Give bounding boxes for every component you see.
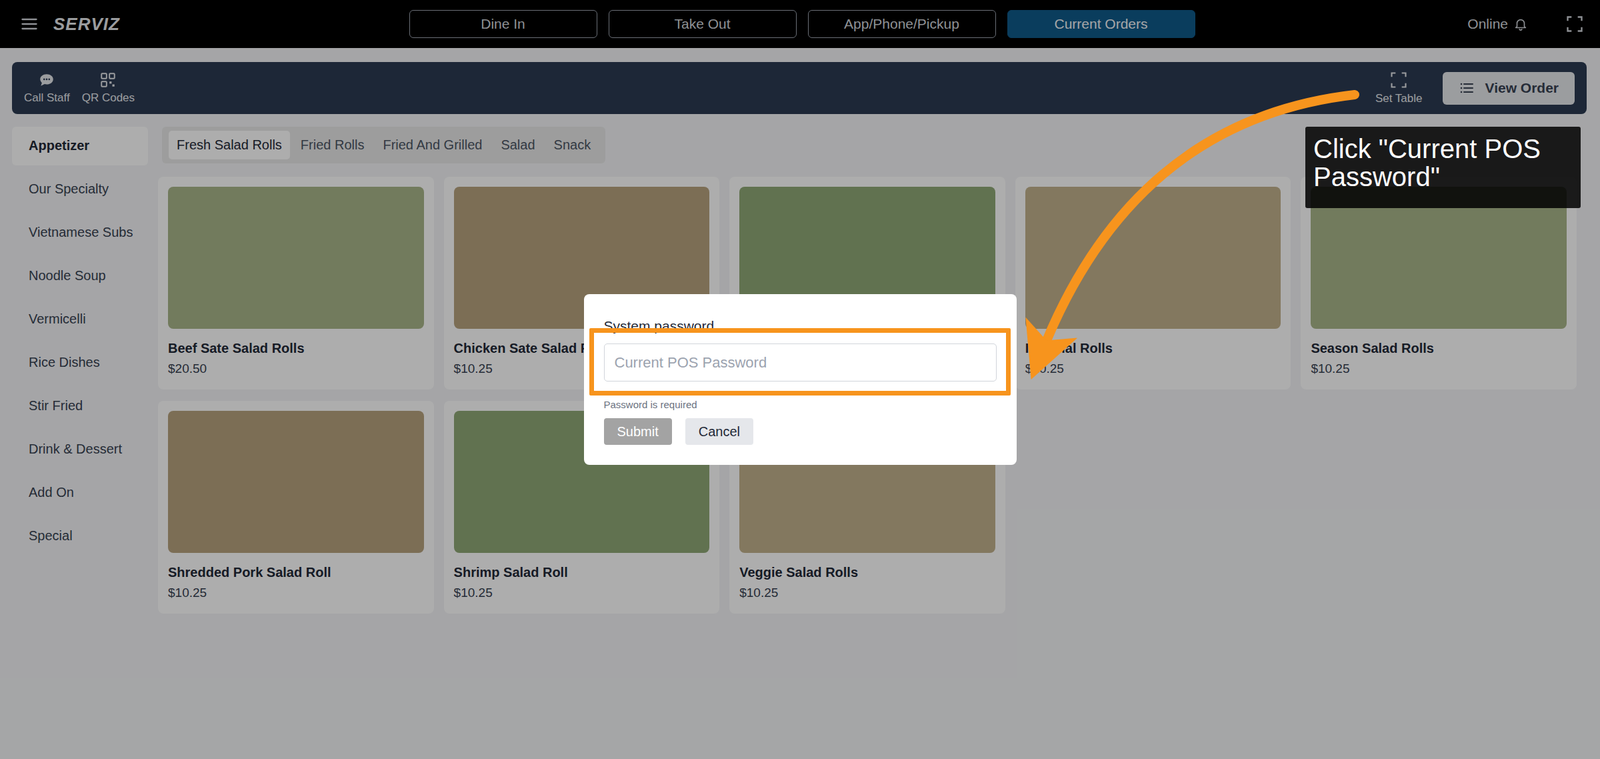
validation-hint: Password is required <box>604 398 997 410</box>
instruction-callout: Click "Current POS Password" <box>1305 126 1581 208</box>
dialog-buttons: Submit Cancel <box>604 418 997 445</box>
highlight-box <box>589 328 1011 396</box>
dialog-button[interactable]: Cancel <box>685 418 754 445</box>
dialog-title: System password <box>604 318 997 334</box>
dialog-button[interactable]: Submit <box>604 418 672 445</box>
password-dialog: System password Password is required Submi… <box>584 294 1017 465</box>
password-input[interactable] <box>604 343 997 382</box>
modal-backdrop: System password Password is required Submi… <box>0 0 1600 759</box>
password-field-wrap <box>604 343 997 382</box>
pos-screen: SERVIZDine InTake OutApp/Phone/PickupCur… <box>0 0 1600 759</box>
